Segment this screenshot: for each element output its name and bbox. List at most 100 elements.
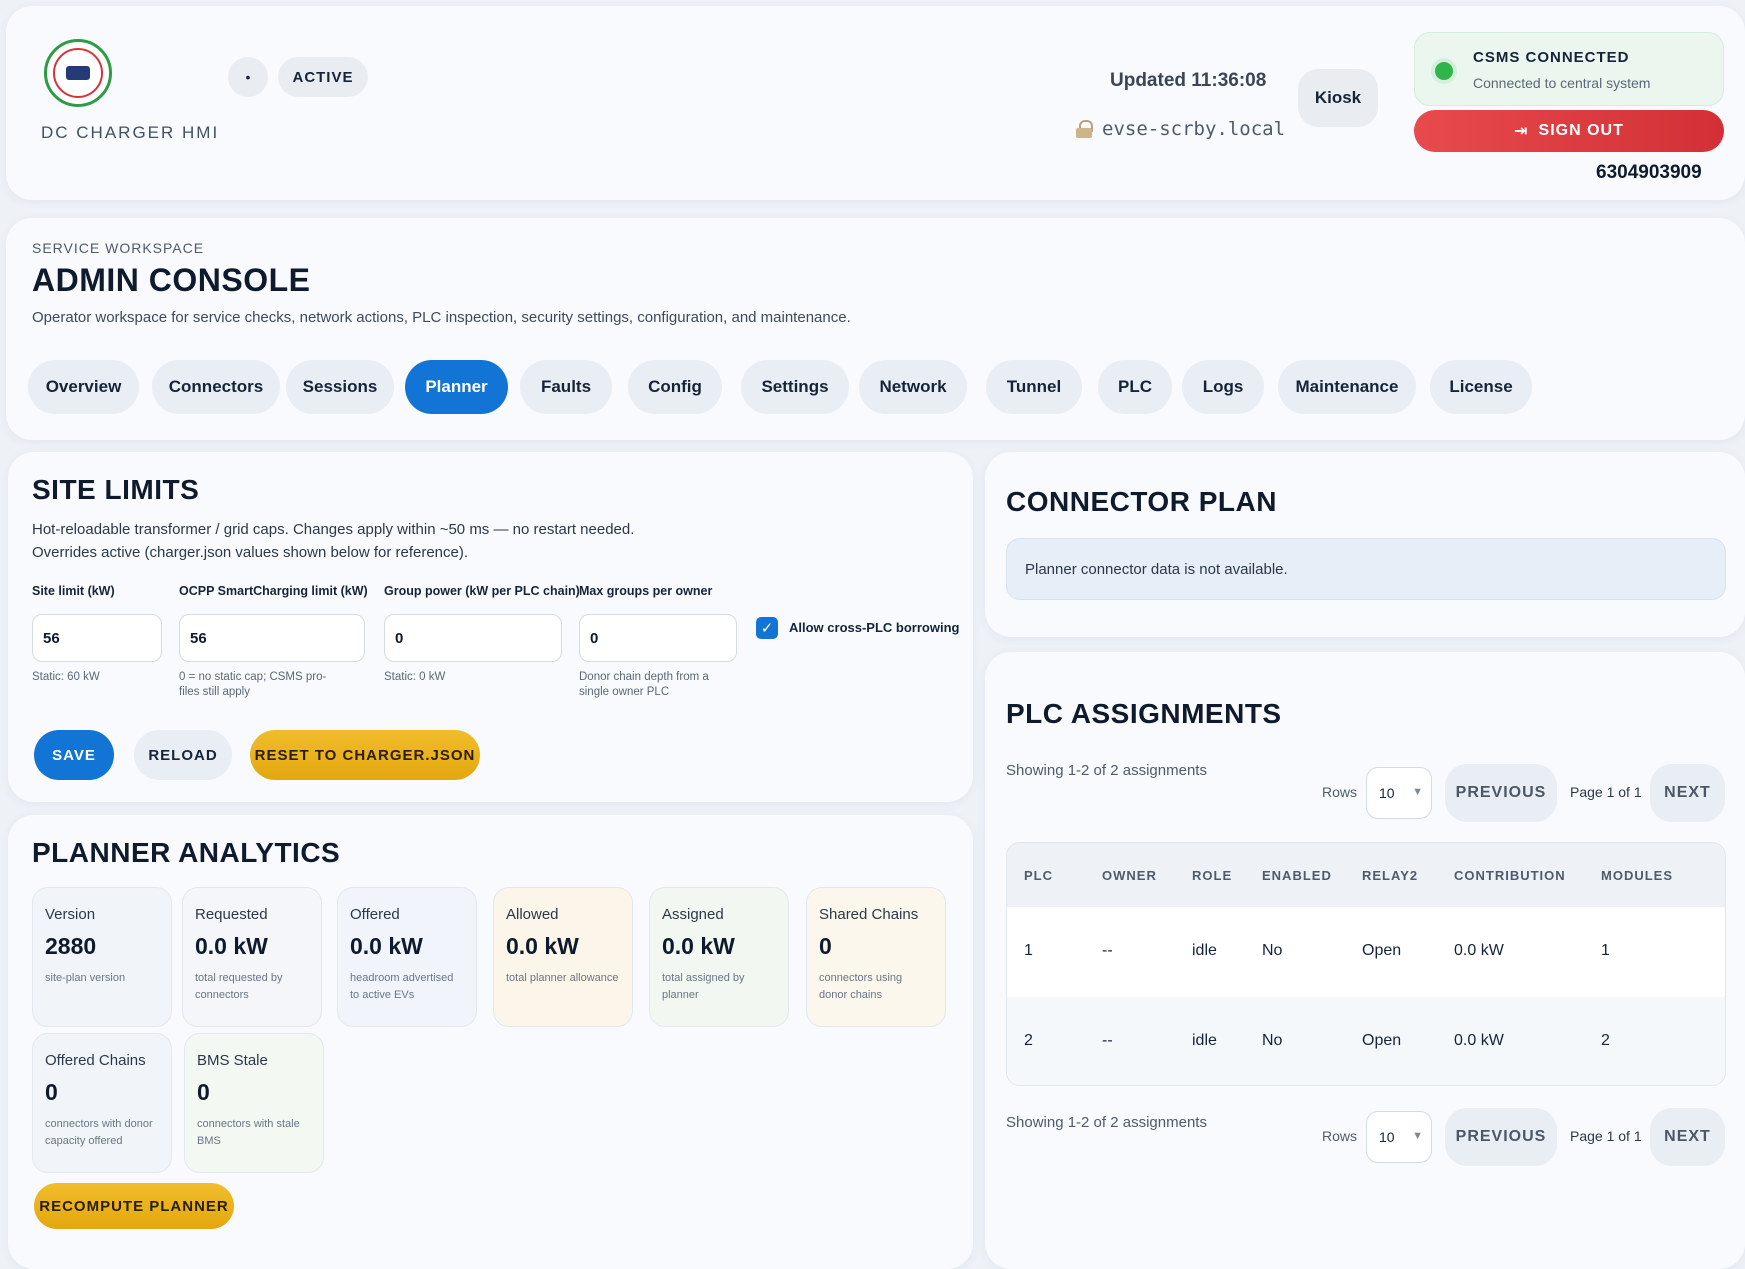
- plc-assignments-panel: PLC ASSIGNMENTS Showing 1-2 of 2 assignm…: [985, 652, 1745, 1269]
- rows-per-page-select-top[interactable]: 10 ▼: [1366, 767, 1432, 819]
- table-row: 2 -- idle No Open 0.0 kW 2: [1007, 997, 1725, 1085]
- planner-analytics-title: PLANNER ANALYTICS: [32, 837, 341, 868]
- cell-role: idle: [1192, 942, 1217, 959]
- column-header: CONTRIBUTION: [1454, 868, 1566, 883]
- rows-label-top: Rows: [1322, 784, 1358, 800]
- stat-sub: connectors using donor chains: [819, 972, 903, 1001]
- tab-faults[interactable]: Faults: [520, 360, 612, 414]
- tab-tunnel[interactable]: Tunnel: [986, 360, 1082, 414]
- max-groups-input[interactable]: [579, 614, 737, 662]
- pagination-summary-top: Showing 1-2 of 2 assignments: [1006, 762, 1207, 779]
- stat-value: 0: [819, 933, 832, 959]
- sign-out-button[interactable]: ⇥ SIGN OUT: [1414, 110, 1724, 152]
- tab-connectors[interactable]: Connectors: [152, 360, 280, 414]
- pagination-summary-bottom: Showing 1-2 of 2 assignments: [1006, 1114, 1207, 1131]
- column-header: ENABLED: [1262, 868, 1332, 883]
- status-badge: ACTIVE: [278, 57, 368, 97]
- cell-relay2: Open: [1362, 942, 1402, 959]
- stat-label: Version: [45, 906, 96, 923]
- table-row: 1 -- idle No Open 0.0 kW 1: [1007, 907, 1725, 997]
- cell-modules: 2: [1601, 1032, 1610, 1049]
- tab-plc[interactable]: PLC: [1098, 360, 1172, 414]
- stat-sub: connectors with donor capacity offered: [45, 1118, 153, 1147]
- stat-value: 0: [45, 1079, 58, 1105]
- tab-config[interactable]: Config: [628, 360, 722, 414]
- connector-plan-empty-note: Planner connector data is not available.: [1006, 538, 1726, 600]
- page-description: Operator workspace for service checks, n…: [32, 309, 851, 326]
- site-limits-panel: SITE LIMITS Hot-reloadable transformer /…: [8, 452, 973, 802]
- workspace-label: SERVICE WORKSPACE: [32, 240, 205, 256]
- column-header: MODULES: [1601, 868, 1673, 883]
- cell-role: idle: [1192, 1032, 1217, 1049]
- save-button[interactable]: SAVE: [34, 730, 114, 780]
- page-indicator-bottom: Page 1 of 1: [1570, 1128, 1642, 1144]
- tab-license[interactable]: License: [1430, 360, 1532, 414]
- rows-per-page-select-bottom[interactable]: 10 ▼: [1366, 1111, 1432, 1163]
- stat-label: Offered: [350, 906, 400, 923]
- next-page-button-top[interactable]: NEXT: [1650, 764, 1725, 822]
- stat-value: 0.0 kW: [662, 933, 735, 959]
- cross-plc-checkbox[interactable]: ✓: [756, 617, 778, 639]
- tab-planner[interactable]: Planner: [405, 360, 508, 414]
- stat-sub: connectors with stale BMS: [197, 1118, 300, 1147]
- tab-maintenance[interactable]: Maintenance: [1278, 360, 1416, 414]
- sign-out-label: SIGN OUT: [1538, 122, 1624, 139]
- kiosk-button[interactable]: Kiosk: [1298, 69, 1378, 127]
- stat-value: 0.0 kW: [195, 933, 268, 959]
- connector-plan-title: CONNECTOR PLAN: [1006, 486, 1277, 517]
- plc-assignments-title: PLC ASSIGNMENTS: [1006, 698, 1282, 729]
- stat-card-allowed: Allowed 0.0 kW total planner allowance: [493, 887, 633, 1027]
- site-limits-title: SITE LIMITS: [32, 474, 200, 505]
- cell-enabled: No: [1262, 942, 1283, 959]
- stat-label: BMS Stale: [197, 1052, 268, 1069]
- stat-card-offered-chains: Offered Chains 0 connectors with donor cap…: [32, 1033, 172, 1173]
- stat-sub: total assigned by planner: [662, 972, 745, 1001]
- stat-label: Assigned: [662, 906, 724, 923]
- tab-sessions[interactable]: Sessions: [286, 360, 394, 414]
- group-power-hint: Static: 0 kW: [384, 671, 446, 683]
- cell-owner: --: [1102, 942, 1113, 959]
- tab-overview[interactable]: Overview: [28, 360, 139, 414]
- cell-modules: 1: [1601, 942, 1610, 959]
- stat-label: Shared Chains: [819, 906, 919, 923]
- cell-plc: 2: [1024, 1032, 1033, 1049]
- previous-page-button-bottom[interactable]: PREVIOUS: [1445, 1108, 1557, 1166]
- site-limit-input[interactable]: [32, 614, 162, 662]
- max-groups-hint: Donor chain depth from a single owner PL…: [579, 671, 709, 698]
- cell-contribution: 0.0 kW: [1454, 942, 1504, 959]
- stat-value: 0.0 kW: [506, 933, 579, 959]
- tab-settings[interactable]: Settings: [741, 360, 849, 414]
- tab-logs[interactable]: Logs: [1182, 360, 1264, 414]
- charger-logo: [44, 39, 112, 107]
- ocpp-limit-hint: 0 = no static cap; CSMS pro- files still…: [179, 671, 327, 698]
- status-dot-chip: •: [228, 57, 268, 97]
- rows-label-bottom: Rows: [1322, 1128, 1358, 1144]
- lock-icon: [1076, 120, 1093, 138]
- ocpp-limit-input[interactable]: [179, 614, 365, 662]
- previous-page-button-top[interactable]: PREVIOUS: [1445, 764, 1557, 822]
- column-header: OWNER: [1102, 868, 1157, 883]
- chevron-down-icon: ▼: [1412, 1130, 1423, 1142]
- recompute-planner-button[interactable]: RECOMPUTE PLANNER: [34, 1183, 234, 1229]
- stat-value: 0.0 kW: [350, 933, 423, 959]
- chevron-down-icon: ▼: [1412, 786, 1423, 798]
- admin-console-panel: SERVICE WORKSPACE ADMIN CONSOLE Operator…: [6, 218, 1745, 440]
- page-title: ADMIN CONSOLE: [32, 262, 311, 298]
- site-limit-hint: Static: 60 kW: [32, 671, 100, 683]
- stat-card-requested: Requested 0.0 kW total requested by connec…: [182, 887, 322, 1027]
- cell-owner: --: [1102, 1032, 1113, 1049]
- cross-plc-label: Allow cross-PLC borrowing: [789, 620, 960, 635]
- ocpp-limit-label: OCPP SmartCharging limit (kW): [179, 584, 368, 598]
- group-power-input[interactable]: [384, 614, 562, 662]
- stat-card-offered: Offered 0.0 kW headroom advertised to acti…: [337, 887, 477, 1027]
- host-address: evse-scrby.local: [1076, 118, 1285, 140]
- site-limit-label: Site limit (kW): [32, 584, 115, 598]
- stat-card-shared-chains: Shared Chains 0 connectors using donor cha…: [806, 887, 946, 1027]
- next-page-button-bottom[interactable]: NEXT: [1650, 1108, 1725, 1166]
- reset-to-charger-json-button[interactable]: RESET TO CHARGER.JSON: [250, 730, 480, 780]
- reload-button[interactable]: RELOAD: [134, 730, 232, 780]
- tab-network[interactable]: Network: [859, 360, 967, 414]
- column-header: PLC: [1024, 868, 1053, 883]
- logout-icon: ⇥: [1514, 123, 1529, 140]
- rows-value-bottom: 10: [1379, 1129, 1395, 1145]
